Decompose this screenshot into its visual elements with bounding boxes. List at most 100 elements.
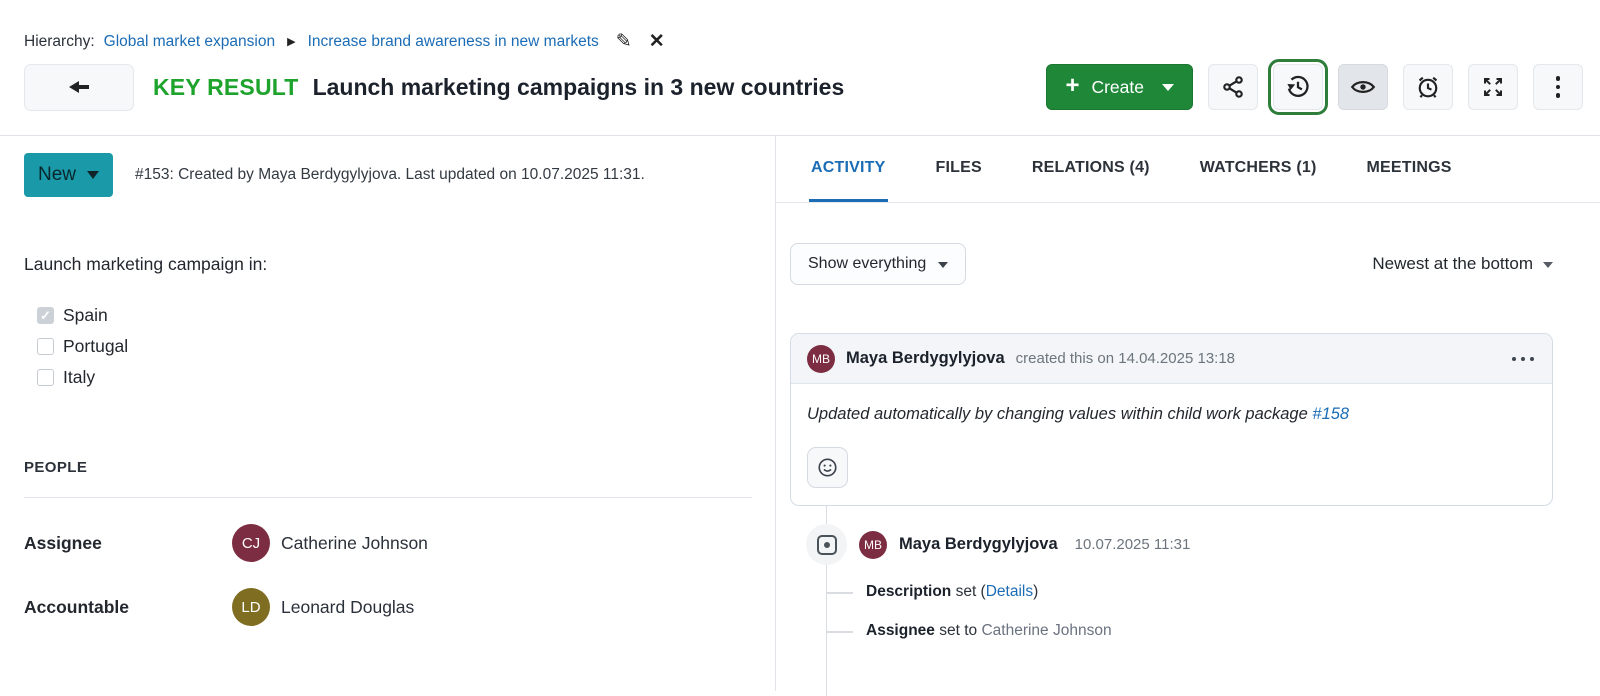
assignee-label: Assignee	[24, 533, 232, 554]
change-field-name: Assignee	[866, 622, 935, 639]
journal-author-name[interactable]: Maya Berdygylyjova	[899, 535, 1058, 554]
work-package-type-label: KEY RESULT	[153, 74, 299, 101]
work-package-link[interactable]: #158	[1312, 405, 1349, 423]
activity-pane: ACTIVITY FILES RELATIONS (4) WATCHERS (1…	[776, 136, 1600, 691]
tab-relations[interactable]: RELATIONS (4)	[1030, 136, 1152, 202]
chevron-down-icon	[1543, 262, 1553, 268]
tab-activity[interactable]: ACTIVITY	[809, 136, 888, 202]
change-action-text: set to	[935, 622, 982, 639]
accountable-value[interactable]: LD Leonard Douglas	[232, 588, 414, 626]
assignee-name: Catherine Johnson	[281, 533, 428, 554]
journal-change-assignee: Assignee set to Catherine Johnson	[790, 619, 1553, 643]
activity-sort-dropdown[interactable]: Newest at the bottom	[1372, 254, 1553, 274]
list-item: Italy	[37, 362, 751, 393]
breadcrumb: Hierarchy: Global market expansion ▶ Inc…	[0, 0, 1600, 51]
checkbox-label: Italy	[63, 367, 95, 388]
alarm-clock-icon	[1415, 74, 1441, 100]
work-package-header: KEY RESULT Launch marketing campaigns in…	[0, 62, 1600, 112]
tab-files[interactable]: FILES	[934, 136, 984, 202]
activity-filter-label: Show everything	[808, 255, 926, 273]
share-button[interactable]	[1208, 64, 1258, 110]
activity-timeline: MB Maya Berdygylyjova 10.07.2025 11:31 D…	[790, 506, 1553, 691]
avatar: MB	[807, 345, 835, 373]
content-split: New #153: Created by Maya Berdygylyjova.…	[0, 136, 1600, 691]
chevron-down-icon	[938, 262, 948, 268]
smiley-icon	[816, 456, 839, 479]
breadcrumb-link-child[interactable]: Increase brand awareness in new markets	[308, 33, 599, 51]
comment-text-content: Updated automatically by changing values…	[807, 405, 1308, 423]
status-label: New	[38, 164, 76, 186]
checkbox-spain[interactable]: ✓	[37, 307, 54, 324]
arrow-left-icon	[66, 77, 92, 97]
change-action-text: set (	[951, 583, 985, 600]
accountable-row: Accountable LD Leonard Douglas	[24, 588, 751, 626]
activity-filter-dropdown[interactable]: Show everything	[790, 243, 966, 285]
activity-comment-card: MB Maya Berdygylyjova created this on 14…	[790, 333, 1553, 506]
people-divider	[24, 497, 752, 498]
eye-icon	[1350, 74, 1376, 100]
status-button[interactable]: New	[24, 153, 113, 197]
activity-filter-row: Show everything Newest at the bottom	[790, 243, 1553, 285]
tab-watchers[interactable]: WATCHERS (1)	[1198, 136, 1319, 202]
change-value-text: Catherine Johnson	[981, 622, 1111, 639]
comment-body: Updated automatically by changing values…	[791, 384, 1552, 505]
journal-timestamp: 10.07.2025 11:31	[1075, 536, 1191, 553]
watch-button[interactable]	[1338, 64, 1388, 110]
change-field-name: Description	[866, 583, 951, 600]
history-button[interactable]	[1273, 64, 1323, 110]
create-button[interactable]: + Create	[1046, 64, 1193, 110]
comment-more-button[interactable]	[1510, 351, 1536, 367]
plus-icon: +	[1065, 74, 1079, 98]
chevron-down-icon	[1162, 84, 1174, 91]
chevron-right-icon: ▶	[287, 35, 295, 48]
change-suffix-text: )	[1033, 583, 1038, 600]
fullscreen-button[interactable]	[1468, 64, 1518, 110]
chevron-down-icon	[87, 171, 99, 179]
description-section[interactable]: Launch marketing campaign in: ✓ Spain Po…	[24, 254, 751, 393]
expand-icon	[1481, 75, 1505, 99]
kebab-menu-icon	[1556, 76, 1561, 98]
comment-header: MB Maya Berdygylyjova created this on 14…	[791, 334, 1552, 384]
journal-entry-header: MB Maya Berdygylyjova 10.07.2025 11:31	[790, 506, 1553, 565]
create-button-label: Create	[1091, 77, 1144, 98]
checkbox-label: Spain	[63, 305, 108, 326]
description-intro: Launch marketing campaign in:	[24, 254, 751, 275]
more-button[interactable]	[1533, 64, 1583, 110]
back-button[interactable]	[24, 64, 134, 111]
assignee-row: Assignee CJ Catherine Johnson	[24, 524, 751, 562]
avatar: MB	[859, 531, 887, 559]
page-title: Launch marketing campaigns in 3 new coun…	[313, 74, 1029, 101]
close-icon[interactable]: ✕	[649, 32, 665, 51]
checkbox-portugal[interactable]	[37, 338, 54, 355]
history-icon	[1285, 74, 1311, 100]
share-icon	[1221, 75, 1245, 99]
journal-change-description: Description set (Details)	[790, 580, 1553, 604]
created-updated-info: #153: Created by Maya Berdygylyjova. Las…	[135, 166, 645, 184]
hierarchy-label: Hierarchy:	[24, 33, 95, 51]
add-reaction-button[interactable]	[807, 447, 848, 488]
activity-sort-label: Newest at the bottom	[1372, 254, 1533, 274]
change-set-icon	[817, 535, 837, 555]
description-checklist: ✓ Spain Portugal Italy	[37, 300, 751, 393]
accountable-name: Leonard Douglas	[281, 597, 414, 618]
reminder-button[interactable]	[1403, 64, 1453, 110]
avatar: CJ	[232, 524, 270, 562]
journal-bullet	[806, 524, 847, 565]
detail-tabs: ACTIVITY FILES RELATIONS (4) WATCHERS (1…	[776, 136, 1600, 203]
comment-text: Updated automatically by changing values…	[807, 405, 1536, 424]
edit-pencil-icon[interactable]: ✎	[616, 32, 632, 51]
list-item: Portugal	[37, 331, 751, 362]
avatar: LD	[232, 588, 270, 626]
list-item: ✓ Spain	[37, 300, 751, 331]
assignee-value[interactable]: CJ Catherine Johnson	[232, 524, 428, 562]
accountable-label: Accountable	[24, 597, 232, 618]
work-package-details-pane: New #153: Created by Maya Berdygylyjova.…	[0, 136, 776, 691]
details-link[interactable]: Details	[986, 583, 1033, 600]
header-toolbar: + Create	[1046, 64, 1583, 110]
checkbox-italy[interactable]	[37, 369, 54, 386]
people-section-heading: PEOPLE	[24, 459, 751, 476]
comment-author-name[interactable]: Maya Berdygylyjova	[846, 349, 1005, 368]
tab-meetings[interactable]: MEETINGS	[1364, 136, 1453, 202]
breadcrumb-link-parent[interactable]: Global market expansion	[104, 33, 275, 51]
activity-body: Show everything Newest at the bottom MB …	[776, 203, 1600, 691]
